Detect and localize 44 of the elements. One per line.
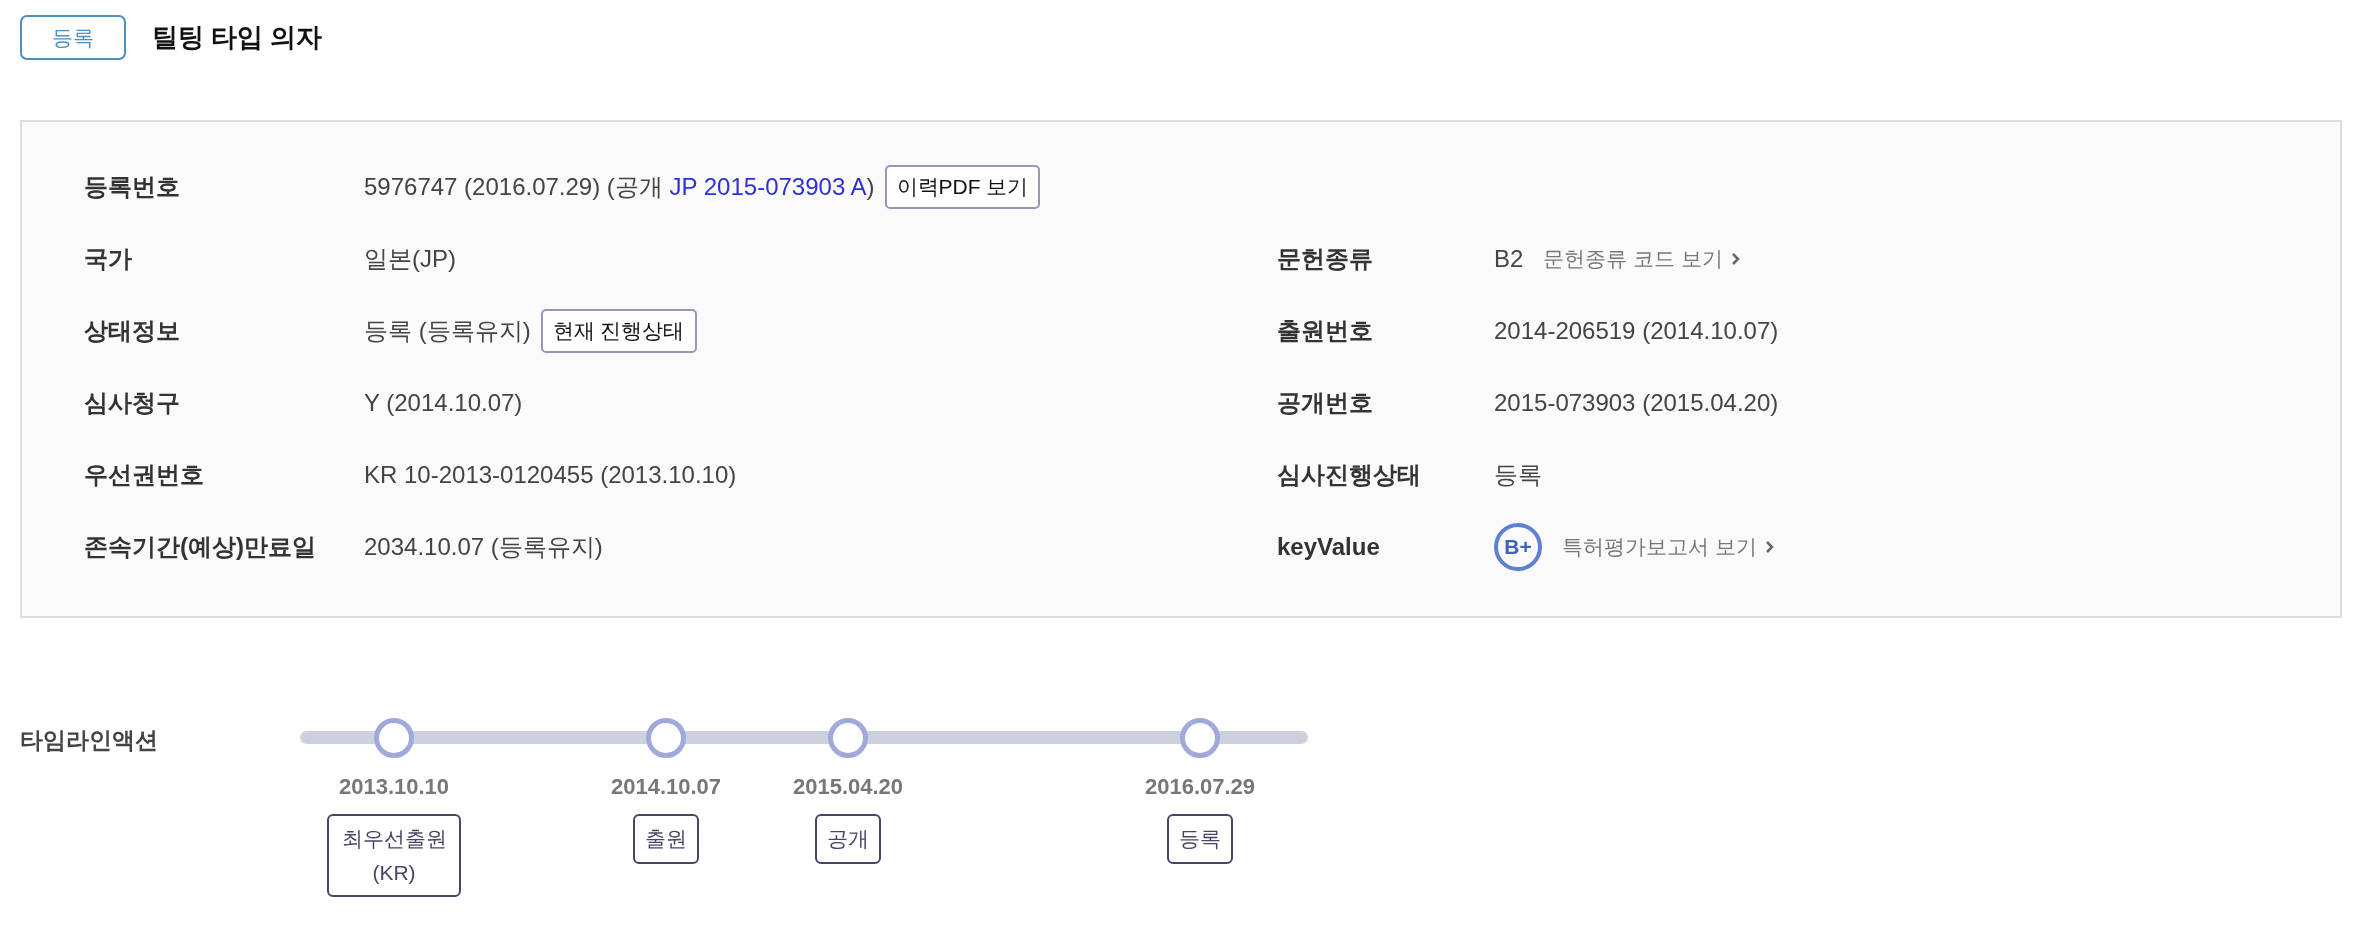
report-view-link[interactable]: 특허평가보고서 보기 <box>1562 533 1757 561</box>
chevron-right-icon <box>1764 540 1774 554</box>
event-date: 2014.10.07 <box>610 774 722 800</box>
field-value: 2014-206519 (2014.10.07) <box>1494 317 1779 345</box>
field-value: 등록 (등록유지) <box>364 316 531 346</box>
chevron-right-icon <box>1731 252 1741 266</box>
field-value: 2015-073903 (2015.04.20) <box>1494 389 1779 417</box>
progress-status-button[interactable]: 현재 진행상태 <box>540 309 697 353</box>
timeline-node <box>828 718 868 758</box>
patent-title: 틸팅 타입 의자 <box>152 21 323 54</box>
field-label: keyValue <box>1277 533 1381 561</box>
field-label: 우선권번호 <box>84 460 205 490</box>
field-value: 일본(JP) <box>364 244 456 274</box>
field-value: 2034.10.07 (등록유지) <box>364 532 603 562</box>
event-date: 2015.04.20 <box>792 774 904 800</box>
field-label: 등록번호 <box>84 172 181 202</box>
timeline-node <box>374 718 414 758</box>
timeline-node <box>1180 718 1220 758</box>
field-value: B2 <box>1494 245 1524 273</box>
timeline-node <box>646 718 686 758</box>
event-tag: 등록 <box>1167 814 1233 864</box>
grade-badge: B+ <box>1494 523 1542 571</box>
field-label: 국가 <box>84 244 133 274</box>
timeline-label: 타임라인액션 <box>20 726 159 755</box>
event-tag: 출원 <box>633 814 699 864</box>
code-view-link[interactable]: 문헌종류 코드 보기 <box>1543 245 1724 273</box>
field-label: 문헌종류 <box>1277 244 1374 274</box>
field-label: 심사진행상태 <box>1277 460 1422 490</box>
field-value: 등록 <box>1494 460 1542 490</box>
field-label: 상태정보 <box>84 316 181 346</box>
pdf-history-button[interactable]: 이력PDF 보기 <box>884 165 1041 209</box>
status-badge: 등록 <box>20 15 126 60</box>
field-label: 심사청구 <box>84 388 181 418</box>
field-value: Y (2014.10.07) <box>364 389 523 417</box>
event-date: 2013.10.10 <box>338 774 450 800</box>
field-label: 출원번호 <box>1277 316 1374 346</box>
field-label: 존속기간(예상)만료일 <box>84 532 317 562</box>
field-label: 공개번호 <box>1277 388 1374 418</box>
event-tag: 최우선출원 (KR) <box>327 814 461 898</box>
event-date: 2016.07.29 <box>1144 774 1256 800</box>
field-value: 5976747 (2016.07.29) (공개 JP 2015-073903 A) <box>364 172 875 202</box>
field-value: KR 10-2013-0120455 (2013.10.10) <box>364 461 737 489</box>
publication-link[interactable]: JP 2015-073903 A <box>669 173 867 200</box>
event-tag: 공개 <box>815 814 881 864</box>
